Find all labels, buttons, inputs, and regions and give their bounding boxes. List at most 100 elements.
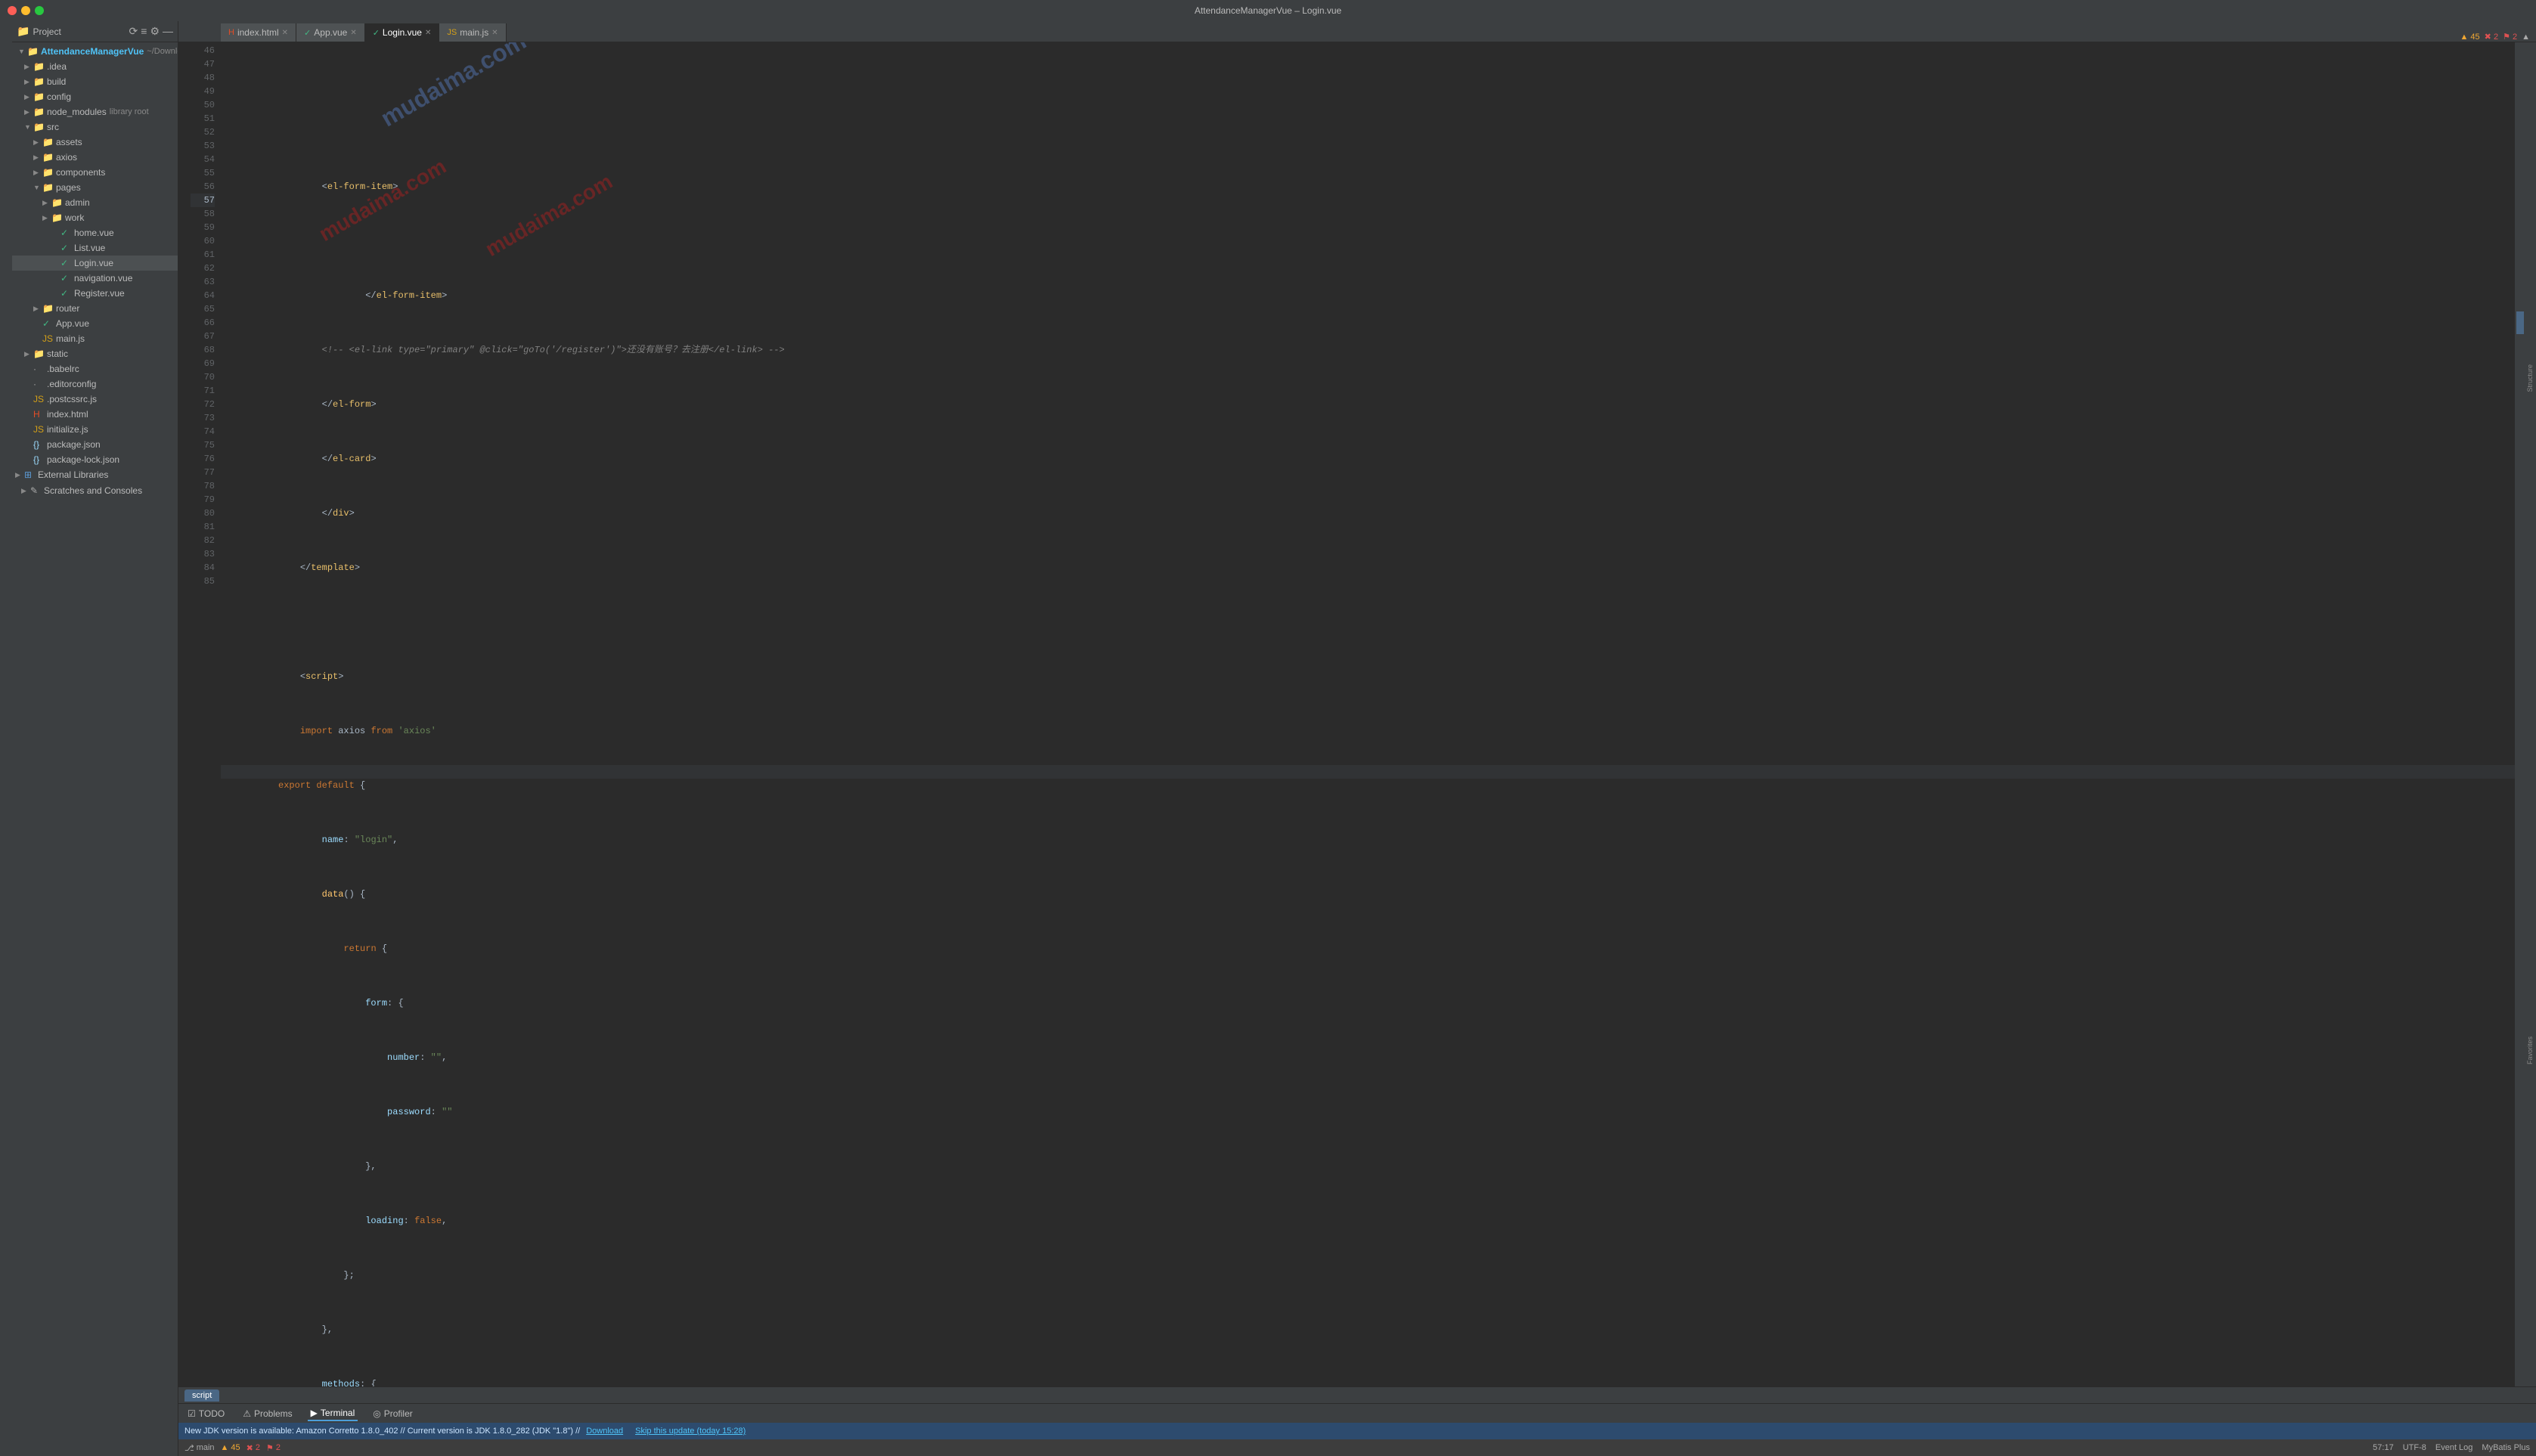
warning-number: 45 <box>231 1443 240 1452</box>
favorites-label[interactable]: Favorites <box>2526 1036 2534 1064</box>
todo-label: TODO <box>199 1408 225 1419</box>
tab-close-icon[interactable]: ✕ <box>350 29 356 37</box>
script-tab-bar: script <box>178 1386 2536 1403</box>
tab-app-vue[interactable]: ✓ App.vue ✕ <box>296 23 365 42</box>
warning-count[interactable]: ▲ 45 <box>221 1443 240 1452</box>
project-header-actions[interactable]: ⟳ ≡ ⚙ — <box>129 25 173 38</box>
arrow: ▶ <box>33 169 42 177</box>
tree-item-external-libraries[interactable]: ▶ ⊞ External Libraries <box>12 467 178 482</box>
error-number-1: 2 <box>256 1443 260 1452</box>
git-status[interactable]: ⎇ main <box>184 1443 215 1453</box>
folder-icon: 📁 <box>33 122 45 132</box>
notification-text: New JDK version is available: Amazon Cor… <box>184 1427 580 1436</box>
minus-icon[interactable]: — <box>163 25 173 38</box>
label: router <box>56 303 79 314</box>
tree-item-axios[interactable]: ▶ 📁 axios <box>12 150 178 165</box>
tab-close-icon[interactable]: ✕ <box>282 29 288 37</box>
tree-item-login-vue[interactable]: ✓ Login.vue <box>12 256 178 271</box>
folder-icon: 📁 <box>42 182 54 193</box>
tree-item-build[interactable]: ▶ 📁 build <box>12 74 178 89</box>
folder-icon: 📁 <box>51 197 64 208</box>
skip-link[interactable]: Skip this update (today 15:28) <box>635 1427 746 1436</box>
tree-item-initialize-js[interactable]: JS initialize.js <box>12 422 178 437</box>
tab-login-vue[interactable]: ✓ Login.vue ✕ <box>365 23 440 42</box>
arrow: ▶ <box>42 214 51 222</box>
tree-item-package-json[interactable]: {} package.json <box>12 437 178 452</box>
tree-item-package-lock-json[interactable]: {} package-lock.json <box>12 452 178 467</box>
tree-item-work[interactable]: ▶ 📁 work <box>12 210 178 225</box>
tree-item-main-js[interactable]: JS main.js <box>12 331 178 346</box>
tree-root[interactable]: ▼ 📁 AttendanceManagerVue ~/Downloads/mud… <box>12 44 178 59</box>
tree-item-components[interactable]: ▶ 📁 components <box>12 165 178 180</box>
code-line-65: loading: false, <box>221 1200 2515 1214</box>
tree-item-admin[interactable]: ▶ 📁 admin <box>12 195 178 210</box>
window-title: AttendanceManagerVue – Login.vue <box>1195 5 1341 16</box>
collapse-icon[interactable]: ▲ <box>2522 33 2530 42</box>
tree-item-node-modules[interactable]: ▶ 📁 node_modules library root <box>12 104 178 119</box>
tab-close-icon[interactable]: ✕ <box>491 29 498 37</box>
mybatis-status[interactable]: MyBatis Plus <box>2482 1443 2530 1452</box>
encoding-status[interactable]: UTF-8 <box>2403 1443 2426 1452</box>
structure-label[interactable]: Structure <box>2526 364 2534 392</box>
tree-item-assets[interactable]: ▶ 📁 assets <box>12 135 178 150</box>
code-line-55: <script> <box>221 656 2515 670</box>
tab-label: App.vue <box>314 27 347 38</box>
minimize-button[interactable] <box>21 6 30 15</box>
folder-icon: 📁 <box>42 303 54 314</box>
tree-item-app-vue[interactable]: ✓ App.vue <box>12 316 178 331</box>
event-log-status[interactable]: Event Log <box>2435 1443 2473 1452</box>
error-count-1[interactable]: ✖ 2 <box>246 1443 260 1453</box>
arrow: ▶ <box>33 305 42 313</box>
folder-icon: 📁 <box>33 349 45 359</box>
scratches-and-consoles[interactable]: ▶ ✎ Scratches and Consoles <box>12 482 178 499</box>
tree-item-idea[interactable]: ▶ 📁 .idea <box>12 59 178 74</box>
problems-tab[interactable]: ⚠ Problems <box>240 1407 295 1420</box>
tab-main-js[interactable]: JS main.js ✕ <box>439 23 506 42</box>
tree-item-src[interactable]: ▼ 📁 src <box>12 119 178 135</box>
close-button[interactable] <box>8 6 17 15</box>
tree-item-router[interactable]: ▶ 📁 router <box>12 301 178 316</box>
collapse-all-icon[interactable]: ≡ <box>141 25 147 38</box>
maximize-button[interactable] <box>35 6 44 15</box>
tree-item-babelrc[interactable]: · .babelrc <box>12 361 178 376</box>
tree-item-register-vue[interactable]: ✓ Register.vue <box>12 286 178 301</box>
folder-icon: 📁 <box>33 91 45 102</box>
editor-indicators: ▲ 45 ✖ 2 ⚑ 2 ▲ <box>2460 32 2536 42</box>
tree-item-index-html[interactable]: H index.html <box>12 407 178 422</box>
window-controls[interactable] <box>8 6 44 15</box>
profiler-tab[interactable]: ◎ Profiler <box>370 1407 416 1420</box>
root-label: AttendanceManagerVue <box>41 46 144 57</box>
tab-index-html[interactable]: H index.html ✕ <box>221 23 296 42</box>
tree-item-home-vue[interactable]: ✓ home.vue <box>12 225 178 240</box>
code-content[interactable]: mudaima.com mudaima.com mudaima.com <el-… <box>221 42 2515 1386</box>
label: navigation.vue <box>74 273 132 283</box>
tab-label: index.html <box>237 27 279 38</box>
error-count-2[interactable]: ⚑ 2 <box>266 1443 281 1453</box>
folder-icon: 📁 <box>42 152 54 163</box>
script-tab[interactable]: script <box>184 1389 219 1402</box>
encoding-label: UTF-8 <box>2403 1443 2426 1452</box>
title-bar: AttendanceManagerVue – Login.vue <box>0 0 2536 21</box>
project-header: 📁 Project ⟳ ≡ ⚙ — <box>12 21 178 42</box>
label: assets <box>56 137 82 147</box>
tab-close-icon[interactable]: ✕ <box>425 29 431 37</box>
tree-item-list-vue[interactable]: ✓ List.vue <box>12 240 178 256</box>
tree-item-editorconfig[interactable]: · .editorconfig <box>12 376 178 392</box>
terminal-tab[interactable]: ▶ Terminal <box>308 1406 358 1421</box>
tree-item-config[interactable]: ▶ 📁 config <box>12 89 178 104</box>
problems-icon: ⚠ <box>243 1408 251 1419</box>
json-icon: {} <box>33 454 45 465</box>
more-icon[interactable]: ⚙ <box>150 25 160 38</box>
tree-item-pages[interactable]: ▼ 📁 pages <box>12 180 178 195</box>
refresh-icon[interactable]: ⟳ <box>129 25 138 38</box>
tree-item-static[interactable]: ▶ 📁 static <box>12 346 178 361</box>
folder-icon: 📁 <box>42 167 54 178</box>
breakpoints-gutter <box>178 42 191 1386</box>
todo-tab[interactable]: ☑ TODO <box>184 1407 228 1420</box>
tree-item-navigation-vue[interactable]: ✓ navigation.vue <box>12 271 178 286</box>
arrow: ▼ <box>33 184 42 191</box>
label: .editorconfig <box>47 379 96 389</box>
download-link[interactable]: Download <box>586 1427 623 1436</box>
tree-item-postcssrc[interactable]: JS .postcssrc.js <box>12 392 178 407</box>
bottom-toolbar: ☑ TODO ⚠ Problems ▶ Terminal ◎ Profiler <box>178 1403 2536 1423</box>
